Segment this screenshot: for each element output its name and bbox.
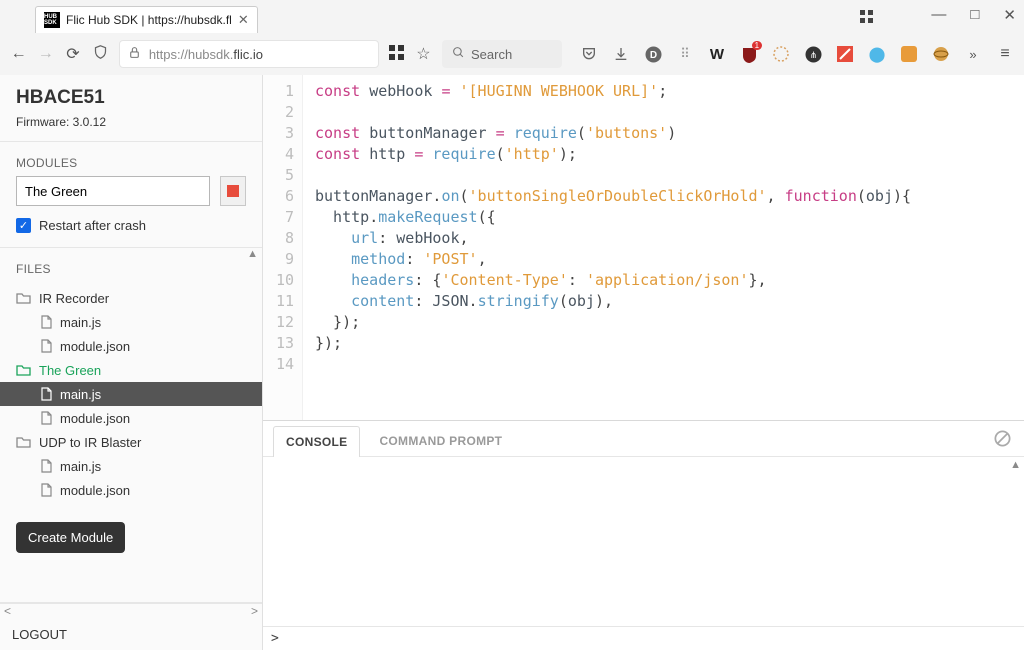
app-root: HBACE51 Firmware: 3.0.12 MODULES ✓ Resta… (0, 75, 1024, 650)
url-bar[interactable]: https://hubsdk.flic.io (119, 40, 379, 68)
clear-console-icon[interactable] (993, 429, 1012, 451)
tab-favicon: HUB SDK (44, 12, 60, 28)
restart-label: Restart after crash (39, 218, 146, 233)
modules-header: MODULES (0, 142, 262, 176)
file-label: main.js (60, 315, 101, 330)
folder-udp-ir[interactable]: UDP to IR Blaster (0, 430, 262, 454)
svg-text:⋔: ⋔ (809, 50, 817, 60)
line-number-gutter: 1234567891011121314 (263, 75, 303, 420)
hub-name: HBACE51 (16, 87, 246, 109)
nav-reload-icon[interactable]: ⟳ (64, 44, 81, 64)
file-main-js[interactable]: main.js (0, 454, 262, 478)
sidebar: HBACE51 Firmware: 3.0.12 MODULES ✓ Resta… (0, 75, 263, 650)
ext-m-icon[interactable]: ⋔ (804, 45, 822, 63)
site-grid-icon[interactable] (389, 45, 405, 64)
overflow-icon[interactable]: » (964, 45, 982, 63)
stop-button[interactable] (220, 176, 246, 206)
ext-globe-icon[interactable] (932, 45, 950, 63)
ublock-icon[interactable]: 1 (740, 45, 758, 63)
ext-d-icon[interactable]: D (644, 45, 662, 63)
file-main-js[interactable]: main.js (0, 310, 262, 334)
tab-console[interactable]: CONSOLE (273, 426, 360, 457)
browser-chrome: HUB SDK Flic Hub SDK | https://hubsdk.fl… (0, 0, 1024, 75)
pocket-icon[interactable] (580, 45, 598, 63)
file-label: main.js (60, 387, 101, 402)
file-tree: IR Recorder main.js module.json The Gree… (0, 282, 262, 514)
nav-back-icon[interactable]: ← (10, 45, 27, 63)
browser-toolbar: ← → ⟳ https://hubsdk.flic.io ☆ Search D … (0, 33, 1024, 75)
ext-circle1-icon[interactable] (772, 45, 790, 63)
module-name-input[interactable] (16, 176, 210, 206)
folder-label: The Green (39, 363, 101, 378)
shield-icon[interactable] (92, 44, 109, 65)
search-icon (452, 46, 465, 62)
search-box[interactable]: Search (442, 40, 562, 68)
console-tabs: CONSOLE COMMAND PROMPT (263, 421, 1024, 457)
console-prompt[interactable]: > (263, 626, 1024, 650)
tab-title: Flic Hub SDK | https://hubsdk.fl (66, 13, 232, 27)
files-section: ▲ FILES IR Recorder main.js module.json … (0, 247, 262, 565)
window-close-icon[interactable]: ✕ (1003, 6, 1016, 24)
extensions-row: D ⠿ W 1 ⋔ ⬤ » ≡ (572, 45, 1014, 63)
file-label: module.json (60, 339, 130, 354)
folder-ir-recorder[interactable]: IR Recorder (0, 286, 262, 310)
sidebar-bottom: <> LOGOUT (0, 602, 262, 650)
lock-icon (128, 46, 141, 62)
apps-grid-icon[interactable] (860, 10, 874, 27)
create-module-button[interactable]: Create Module (16, 522, 125, 553)
console-body[interactable]: ▲ (263, 457, 1024, 626)
file-module-json[interactable]: module.json (0, 406, 262, 430)
ext-ghost-icon[interactable]: ⬤ (868, 45, 886, 63)
main-area: 1234567891011121314 const webHook = '[HU… (263, 75, 1024, 650)
download-icon[interactable] (612, 45, 630, 63)
restart-row[interactable]: ✓ Restart after crash (0, 218, 262, 247)
prompt-caret: > (271, 631, 279, 646)
stop-icon (227, 185, 239, 197)
code-editor[interactable]: 1234567891011121314 const webHook = '[HU… (263, 75, 1024, 420)
file-main-js-selected[interactable]: main.js (0, 382, 262, 406)
ext-red-icon[interactable] (836, 45, 854, 63)
ext-w-icon[interactable]: W (708, 45, 726, 63)
ext-orange-icon[interactable] (900, 45, 918, 63)
scroll-left-icon[interactable]: < (4, 604, 11, 619)
window-minimize-icon[interactable]: — (931, 6, 946, 24)
file-module-json[interactable]: module.json (0, 334, 262, 358)
console-panel: CONSOLE COMMAND PROMPT ▲ > (263, 420, 1024, 650)
module-row (0, 176, 262, 218)
puzzle-icon[interactable]: ⠿ (676, 45, 694, 63)
hub-header: HBACE51 Firmware: 3.0.12 (0, 75, 262, 142)
files-header: FILES (0, 248, 262, 282)
url-text: https://hubsdk.flic.io (149, 47, 263, 62)
code-content[interactable]: const webHook = '[HUGINN WEBHOOK URL]'; … (303, 75, 911, 420)
file-module-json[interactable]: module.json (0, 478, 262, 502)
restart-checkbox[interactable]: ✓ (16, 218, 31, 233)
search-placeholder: Search (471, 47, 512, 62)
window-controls: — □ ✕ (931, 6, 1016, 24)
scroll-up-icon[interactable]: ▲ (1010, 459, 1021, 471)
scroll-up-icon[interactable]: ▲ (247, 248, 258, 260)
browser-tab[interactable]: HUB SDK Flic Hub SDK | https://hubsdk.fl… (35, 6, 258, 33)
scroll-right-icon[interactable]: > (251, 604, 258, 619)
nav-forward-icon[interactable]: → (37, 45, 54, 63)
window-maximize-icon[interactable]: □ (970, 6, 979, 24)
file-label: module.json (60, 483, 130, 498)
hamburger-menu-icon[interactable]: ≡ (996, 45, 1014, 63)
file-label: module.json (60, 411, 130, 426)
logout-button[interactable]: LOGOUT (0, 619, 262, 650)
tab-close-icon[interactable]: ✕ (238, 12, 249, 28)
folder-label: UDP to IR Blaster (39, 435, 141, 450)
folder-label: IR Recorder (39, 291, 109, 306)
bookmark-star-icon[interactable]: ☆ (415, 44, 432, 64)
file-label: main.js (60, 459, 101, 474)
sidebar-hscroll[interactable]: <> (0, 603, 262, 619)
folder-the-green[interactable]: The Green (0, 358, 262, 382)
tab-command-prompt[interactable]: COMMAND PROMPT (366, 425, 515, 456)
svg-text:D: D (649, 50, 656, 61)
firmware-label: Firmware: 3.0.12 (16, 115, 246, 129)
